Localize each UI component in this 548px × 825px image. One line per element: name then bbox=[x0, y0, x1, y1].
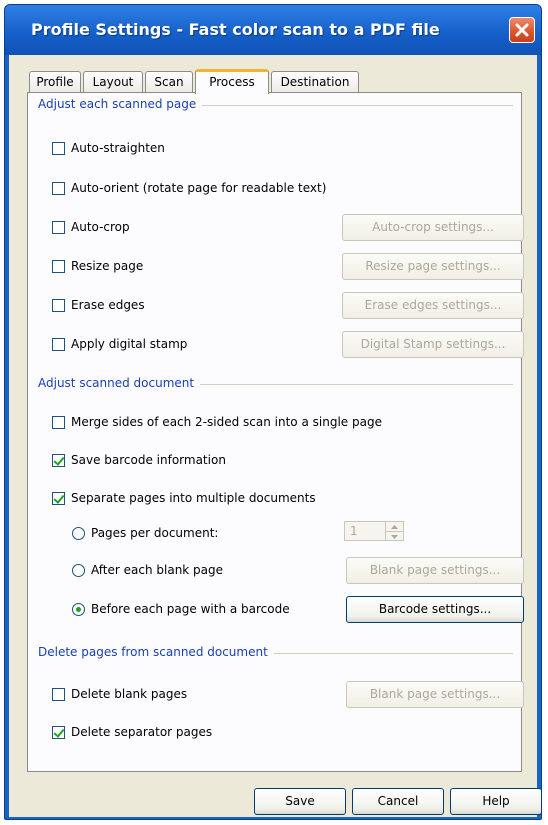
resize-page-checkbox[interactable] bbox=[52, 259, 65, 273]
separate-pages-label: Separate pages into multiple documents bbox=[71, 491, 316, 505]
auto-crop-checkbox[interactable] bbox=[52, 220, 65, 234]
stepper-buttons[interactable] bbox=[385, 522, 403, 540]
merge-sides-option[interactable]: Merge sides of each 2-sided scan into a … bbox=[52, 413, 382, 431]
blank-page-settings-button[interactable]: Blank page settings... bbox=[346, 557, 524, 584]
pages-per-document-radio[interactable] bbox=[72, 526, 85, 540]
save-barcode-option[interactable]: Save barcode information bbox=[52, 451, 226, 469]
auto-straighten-checkbox[interactable] bbox=[52, 141, 65, 155]
merge-sides-label: Merge sides of each 2-sided scan into a … bbox=[71, 415, 382, 429]
pages-per-document-value: 1 bbox=[350, 524, 358, 538]
tab-destination[interactable]: Destination bbox=[271, 71, 359, 92]
title-bar: Profile Settings - Fast color scan to a … bbox=[5, 5, 541, 55]
separate-pages-option[interactable]: Separate pages into multiple documents bbox=[52, 489, 316, 507]
erase-edges-checkbox[interactable] bbox=[52, 298, 65, 312]
auto-crop-label: Auto-crop bbox=[71, 220, 130, 234]
tab-layout[interactable]: Layout bbox=[83, 71, 143, 92]
window-title: Profile Settings - Fast color scan to a … bbox=[31, 20, 440, 39]
stepper-up-icon[interactable] bbox=[386, 522, 403, 532]
digital-stamp-settings-button[interactable]: Digital Stamp settings... bbox=[342, 331, 524, 358]
profile-settings-window: Profile Settings - Fast color scan to a … bbox=[4, 4, 542, 820]
barcode-settings-button[interactable]: Barcode settings... bbox=[346, 596, 524, 623]
process-tab-panel: Adjust each scanned page Auto-straighten… bbox=[27, 92, 524, 772]
auto-orient-option[interactable]: Auto-orient (rotate page for readable te… bbox=[52, 179, 326, 197]
save-barcode-checkbox[interactable] bbox=[52, 453, 65, 467]
save-barcode-label: Save barcode information bbox=[71, 453, 226, 467]
pages-per-document-stepper[interactable]: 1 bbox=[344, 521, 404, 541]
resize-page-label: Resize page bbox=[71, 259, 144, 273]
pages-per-document-label: Pages per document: bbox=[91, 526, 219, 540]
erase-edges-settings-button[interactable]: Erase edges settings... bbox=[342, 292, 524, 319]
dialog-client-area: Profile Layout Scan Process Destination … bbox=[9, 55, 542, 817]
tab-profile[interactable]: Profile bbox=[29, 71, 81, 92]
close-button[interactable] bbox=[509, 17, 535, 43]
group-label-adjust-document: Adjust scanned document bbox=[38, 376, 201, 390]
resize-page-settings-button[interactable]: Resize page settings... bbox=[342, 253, 524, 280]
close-icon bbox=[515, 23, 529, 37]
auto-orient-checkbox[interactable] bbox=[52, 181, 65, 195]
digital-stamp-option[interactable]: Apply digital stamp bbox=[52, 335, 187, 353]
erase-edges-label: Erase edges bbox=[71, 298, 145, 312]
pages-per-document-option[interactable]: Pages per document: bbox=[72, 524, 218, 542]
group-label-delete-pages: Delete pages from scanned document bbox=[38, 645, 274, 659]
auto-crop-settings-button[interactable]: Auto-crop settings... bbox=[342, 214, 524, 241]
before-barcode-page-radio[interactable] bbox=[72, 602, 85, 616]
auto-crop-option[interactable]: Auto-crop bbox=[52, 218, 130, 236]
digital-stamp-checkbox[interactable] bbox=[52, 337, 65, 351]
group-label-adjust-page: Adjust each scanned page bbox=[38, 97, 203, 111]
before-barcode-page-label: Before each page with a barcode bbox=[91, 602, 290, 616]
delete-separator-pages-checkbox[interactable] bbox=[52, 725, 65, 739]
after-blank-page-label: After each blank page bbox=[91, 563, 224, 577]
delete-blank-pages-checkbox[interactable] bbox=[52, 687, 65, 701]
merge-sides-checkbox[interactable] bbox=[52, 415, 65, 429]
tab-process[interactable]: Process bbox=[195, 69, 269, 94]
auto-straighten-label: Auto-straighten bbox=[71, 141, 165, 155]
help-button[interactable]: Help bbox=[450, 788, 542, 815]
after-blank-page-option[interactable]: After each blank page bbox=[72, 561, 223, 579]
digital-stamp-label: Apply digital stamp bbox=[71, 337, 188, 351]
erase-edges-option[interactable]: Erase edges bbox=[52, 296, 145, 314]
auto-orient-label: Auto-orient (rotate page for readable te… bbox=[71, 181, 327, 195]
auto-straighten-option[interactable]: Auto-straighten bbox=[52, 139, 165, 157]
delete-blank-pages-label: Delete blank pages bbox=[71, 687, 188, 701]
delete-blank-pages-option[interactable]: Delete blank pages bbox=[52, 685, 187, 703]
after-blank-page-radio[interactable] bbox=[72, 563, 85, 577]
delete-blank-page-settings-button[interactable]: Blank page settings... bbox=[346, 681, 524, 708]
before-barcode-page-option[interactable]: Before each page with a barcode bbox=[72, 600, 290, 618]
tab-scan[interactable]: Scan bbox=[145, 71, 193, 92]
separate-pages-checkbox[interactable] bbox=[52, 491, 65, 505]
resize-page-option[interactable]: Resize page bbox=[52, 257, 143, 275]
delete-separator-pages-option[interactable]: Delete separator pages bbox=[52, 723, 212, 741]
stepper-down-icon[interactable] bbox=[386, 532, 403, 541]
delete-separator-pages-label: Delete separator pages bbox=[71, 725, 213, 739]
save-button[interactable]: Save bbox=[254, 788, 346, 815]
cancel-button[interactable]: Cancel bbox=[352, 788, 444, 815]
